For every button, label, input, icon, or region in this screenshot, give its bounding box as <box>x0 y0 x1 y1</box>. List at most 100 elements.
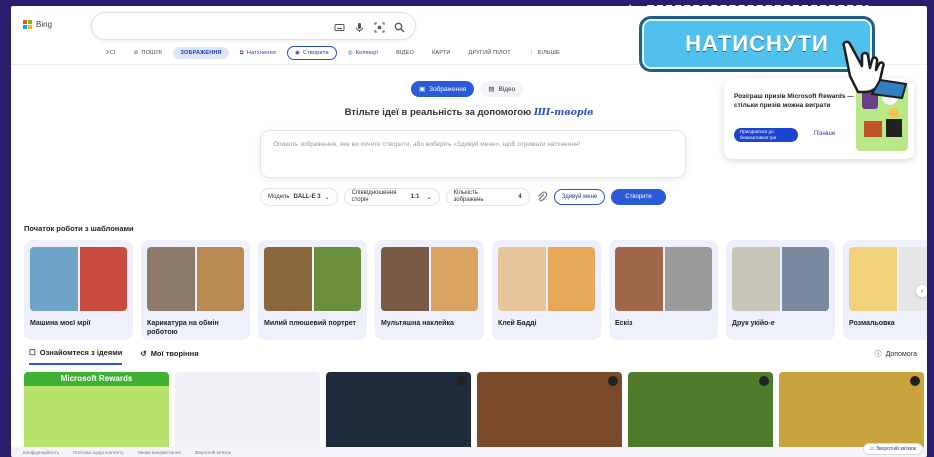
template-card[interactable]: Розмальовка <box>843 240 927 340</box>
mode-label: Відео <box>498 85 516 93</box>
model-select[interactable]: Модель DALL-E 3 ⌄ <box>260 188 338 206</box>
count-select[interactable]: Кількість зображень 4 <box>445 188 530 206</box>
template-image-before <box>849 247 897 311</box>
gallery-item[interactable] <box>477 372 622 452</box>
search-input[interactable] <box>91 12 416 40</box>
template-image-before <box>264 247 312 311</box>
image-icon: ▣ <box>419 86 426 93</box>
gallery-item[interactable] <box>779 372 924 452</box>
gallery-item[interactable] <box>175 372 320 452</box>
pointer-hand-icon <box>832 36 910 100</box>
template-thumbnails <box>30 247 127 311</box>
template-card[interactable]: Друк укійо-е <box>726 240 835 340</box>
bing-logo[interactable]: Bing <box>23 20 52 29</box>
gallery-item[interactable]: Microsoft Rewards <box>24 372 169 452</box>
video-badge-icon <box>910 376 920 386</box>
rewards-later-link[interactable]: Пізніше <box>814 131 835 137</box>
template-image-before <box>615 247 663 311</box>
template-card[interactable]: Милий плюшевий портрет <box>258 240 367 340</box>
tab-all[interactable]: УСІ <box>99 47 123 59</box>
footer-link[interactable]: Зворотній зв'язок <box>195 450 231 455</box>
mode-images-button[interactable]: ▣ Зображення <box>411 81 475 97</box>
templates-title: Початок роботи з шаблонами <box>24 224 134 233</box>
template-card[interactable]: Ескіз <box>609 240 718 340</box>
browser-page: Bing УСІ ⊘ ПОШУК ЗОБРАЖЕННЯ ⧉ Натхнення ◉ С… <box>11 6 927 457</box>
tab-collections[interactable]: ◎ Колекції <box>341 47 385 59</box>
gallery-item[interactable] <box>326 372 471 452</box>
create-button[interactable]: Створити <box>611 189 666 205</box>
help-icon: ⓘ <box>874 351 882 358</box>
chevron-down-icon: ⌄ <box>324 194 330 201</box>
creator-controls: Модель DALL-E 3 ⌄ Співвідношення сторін … <box>260 186 690 208</box>
prompt-textarea[interactable]: Опишіть зображення, яке ви хочете створи… <box>260 130 686 178</box>
video-badge-icon <box>608 376 618 386</box>
tab-label: Створити <box>303 50 329 56</box>
tab-copilot[interactable]: ДРУГИЙ ПІЛОТ <box>462 47 518 59</box>
gallery-caption: Microsoft Rewards <box>24 372 169 386</box>
next-arrow-icon[interactable]: › <box>916 285 927 297</box>
count-label: Кількість зображень <box>453 190 484 203</box>
tab-label: Колекції <box>355 50 379 56</box>
template-image-after <box>79 247 127 311</box>
tab-search[interactable]: ⊘ ПОШУК <box>127 47 170 59</box>
template-image-before <box>147 247 195 311</box>
tab-create[interactable]: ◉ Створити <box>287 46 337 60</box>
promo-dash-decoration <box>642 5 872 17</box>
tab-my-creations[interactable]: ↺ Мої творіння <box>140 348 198 365</box>
creator-headline: Втільте ідеї в реальність за допомогою Ш… <box>11 107 927 118</box>
footer-link[interactable]: Конфіденційність <box>23 450 59 455</box>
creator-mode-tabs: ▣ Зображення ▤ Відео <box>411 81 524 97</box>
visual-search-icon[interactable] <box>374 20 385 33</box>
logo-text: Bing <box>36 20 53 29</box>
template-image-before <box>381 247 429 311</box>
template-image-after <box>313 247 361 311</box>
template-label: Ескіз <box>615 320 633 327</box>
attach-icon[interactable] <box>536 191 548 203</box>
template-label: Милий плюшевий портрет <box>264 320 356 327</box>
footer-link[interactable]: Умови використання <box>138 450 181 455</box>
prompt-placeholder: Опишіть зображення, яке ви хочете створи… <box>273 141 581 148</box>
aspect-select[interactable]: Співвідношення сторін 1:1 ⌄ <box>343 188 440 206</box>
template-card[interactable]: Карикатура на обмін роботою <box>141 240 250 340</box>
feedback-button[interactable]: ▭ Зворотній зв'язок <box>862 443 923 455</box>
keyboard-icon[interactable] <box>334 20 345 31</box>
template-card[interactable]: Машина моєї мрії <box>24 240 133 340</box>
template-label: Розмальовка <box>849 320 895 327</box>
explore-tabs: ☐ Ознайомтеся з ідеями ↺ Мої творіння <box>29 348 199 365</box>
tab-video[interactable]: ВІДЕО <box>389 47 421 59</box>
template-image-after <box>196 247 244 311</box>
tab-images[interactable]: ЗОБРАЖЕННЯ <box>173 47 229 59</box>
template-label: Мультяшна наклейка <box>381 320 454 327</box>
template-card[interactable]: Клей Бадді <box>492 240 601 340</box>
help-label: Допомога <box>885 350 917 358</box>
more-icon: ⋮ <box>528 50 535 56</box>
mode-video-button[interactable]: ▤ Відео <box>480 81 524 97</box>
mode-label: Зображення <box>429 85 467 93</box>
search-icon[interactable] <box>394 20 405 33</box>
help-link[interactable]: ⓘ Допомога <box>875 349 917 359</box>
template-thumbnails <box>849 247 927 311</box>
tab-label: Мої творіння <box>150 349 199 358</box>
ideas-icon: ☐ <box>29 348 36 357</box>
surprise-me-button[interactable]: Здивуй мене <box>553 189 606 205</box>
tab-inspiration[interactable]: ⧉ Натхнення <box>233 47 283 60</box>
model-label: Модель <box>268 194 290 200</box>
collections-icon: ◎ <box>347 50 353 56</box>
template-thumbnails <box>732 247 829 311</box>
gallery-item[interactable] <box>628 372 773 452</box>
tab-more[interactable]: ⋮ БІЛЬШЕ <box>522 47 567 59</box>
tab-maps[interactable]: КАРТИ <box>425 47 458 59</box>
tab-label: Ознайомтеся з ідеями <box>39 348 123 357</box>
tab-label: КАРТИ <box>431 50 451 56</box>
footer-link[interactable]: Політика щодо контенту <box>73 450 123 455</box>
tab-label: ДРУГИЙ ПІЛОТ <box>468 50 511 56</box>
template-thumbnails <box>147 247 244 311</box>
rewards-join-button[interactable]: Приєднатися до безкоштовної гри <box>734 128 798 142</box>
microphone-icon[interactable] <box>354 20 365 32</box>
template-thumbnails <box>615 247 712 311</box>
template-card[interactable]: Мультяшна наклейка <box>375 240 484 340</box>
tab-explore-ideas[interactable]: ☐ Ознайомтеся з ідеями <box>29 348 123 365</box>
template-image-before <box>30 247 78 311</box>
aspect-label: Співвідношення сторін <box>351 190 397 203</box>
template-label: Карикатура на обмін роботою <box>147 320 219 336</box>
